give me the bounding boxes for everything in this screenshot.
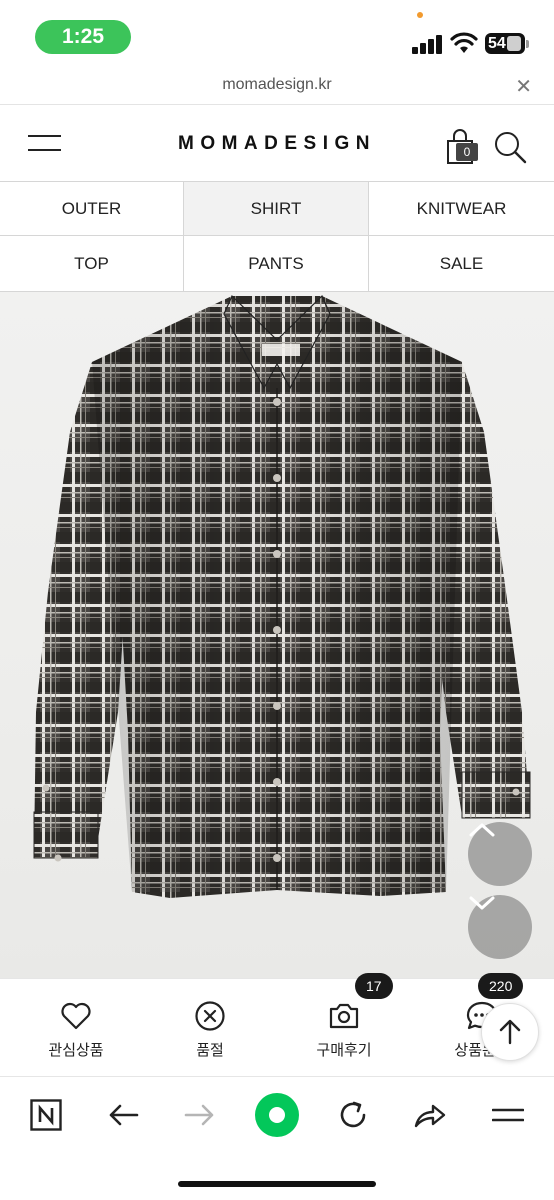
battery-level: 54 (488, 35, 506, 52)
status-bar: 1:25 54 (0, 0, 554, 70)
heart-icon (61, 1002, 91, 1030)
category-top[interactable]: TOP (0, 236, 184, 291)
arrow-right-icon (184, 1104, 214, 1126)
battery-tip (526, 40, 529, 48)
category-sale[interactable]: SALE (369, 236, 554, 291)
reviews-label: 구매후기 (316, 1042, 372, 1059)
scroll-to-top-button[interactable] (481, 1003, 539, 1061)
scroll-down-button[interactable] (468, 895, 532, 959)
wifi-icon (450, 32, 478, 53)
product-image[interactable] (0, 292, 554, 978)
camera-icon (329, 1003, 359, 1029)
url-bar[interactable]: momadesign.kr ✕ (0, 70, 554, 104)
category-nav: OUTER SHIRT KNITWEAR TOP PANTS SALE (0, 182, 554, 292)
share-button[interactable] (410, 1095, 450, 1135)
status-time[interactable]: 1:25 (35, 20, 131, 54)
wishlist-button[interactable]: 관심상품 (21, 999, 131, 1060)
refresh-button[interactable] (333, 1095, 373, 1135)
privacy-indicator-dot (417, 12, 423, 18)
reviews-count-badge: 17 (355, 973, 393, 999)
circle-x-icon (195, 1001, 225, 1031)
back-button[interactable] (103, 1095, 143, 1135)
close-icon[interactable]: ✕ (515, 74, 532, 99)
search-icon[interactable] (492, 127, 528, 167)
naver-n-icon (30, 1099, 62, 1131)
share-arrow-icon (414, 1104, 446, 1128)
sold-out-button[interactable]: 품절 (155, 999, 265, 1060)
url-text[interactable]: momadesign.kr (0, 76, 554, 94)
scroll-up-button[interactable] (468, 822, 532, 886)
menu-lines-icon (492, 1108, 524, 1122)
chevron-up-icon (469, 823, 495, 837)
home-indicator[interactable] (178, 1181, 376, 1187)
green-dot-icon (255, 1093, 299, 1137)
forward-button[interactable] (180, 1095, 220, 1135)
reviews-button[interactable]: 구매후기 (289, 999, 399, 1060)
wishlist-label: 관심상품 (48, 1042, 104, 1059)
arrow-up-icon (499, 1019, 521, 1045)
battery-icon: 54 (485, 33, 525, 54)
product-action-bar: 관심상품 품절 구매후기 상품문의 17 220 (0, 973, 554, 1076)
inquiry-count-badge: 220 (478, 973, 524, 999)
refresh-icon (340, 1101, 366, 1128)
cellular-signal-icon (412, 34, 444, 54)
green-dot-button[interactable] (253, 1091, 301, 1139)
browser-menu-button[interactable] (488, 1095, 528, 1135)
category-shirt[interactable]: SHIRT (184, 182, 369, 236)
category-pants[interactable]: PANTS (184, 236, 369, 291)
arrow-left-icon (109, 1104, 139, 1126)
naver-home-button[interactable] (26, 1095, 66, 1135)
plaid-shirt-illustration (33, 294, 531, 898)
category-knitwear[interactable]: KNITWEAR (369, 182, 554, 236)
cart-count-badge: 0 (456, 143, 478, 161)
category-outer[interactable]: OUTER (0, 182, 184, 236)
chevron-down-icon (469, 896, 495, 910)
sold-out-label: 품절 (196, 1042, 224, 1059)
